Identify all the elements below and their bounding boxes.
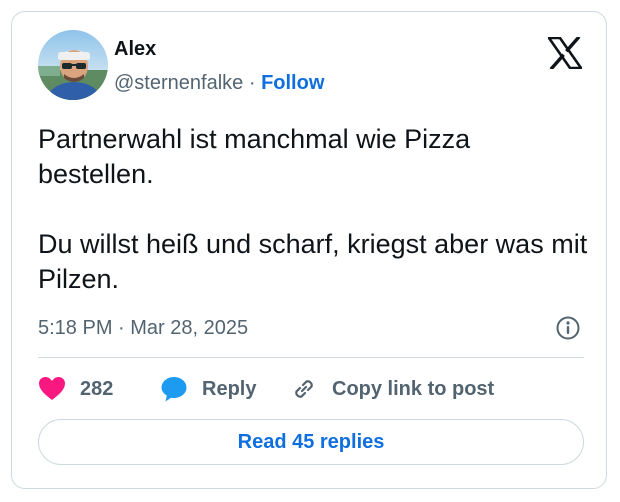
copy-link-button[interactable]: Copy link to post — [290, 374, 494, 404]
tweet-text: Partnerwahl ist manchmal wie Pizza beste… — [38, 122, 588, 297]
follow-button[interactable]: Follow — [261, 72, 324, 94]
tweet-timestamp[interactable]: 5:18 PM · Mar 28, 2025 — [38, 315, 248, 341]
link-icon — [295, 380, 313, 398]
info-icon[interactable] — [555, 315, 581, 341]
copy-link-label: Copy link to post — [332, 377, 495, 400]
speech-bubble-icon — [161, 377, 187, 402]
reply-label: Reply — [202, 377, 257, 400]
reply-button[interactable]: Reply — [160, 374, 256, 404]
tweet-paragraph: Du willst heiß und scharf, kriegst aber … — [38, 229, 588, 294]
avatar[interactable] — [38, 30, 108, 100]
read-replies-label: Read 45 replies — [237, 430, 385, 453]
read-replies-button[interactable]: Read 45 replies — [38, 419, 584, 465]
separator-dot: · — [248, 72, 256, 94]
author-handle-row: @sternenfalke · Follow — [114, 70, 324, 96]
author-handle[interactable]: @sternenfalke — [114, 72, 243, 94]
x-logo-icon[interactable] — [546, 35, 584, 71]
tweet-paragraph: Partnerwahl ist manchmal wie Pizza beste… — [38, 124, 471, 189]
heart-icon — [39, 377, 65, 400]
author-name[interactable]: Alex — [114, 36, 156, 62]
tweet-embed-card: Alex @sternenfalke · Follow Partnerwahl … — [11, 11, 607, 489]
divider — [38, 357, 584, 358]
like-action[interactable]: 282 — [38, 374, 113, 404]
like-count: 282 — [80, 377, 114, 400]
